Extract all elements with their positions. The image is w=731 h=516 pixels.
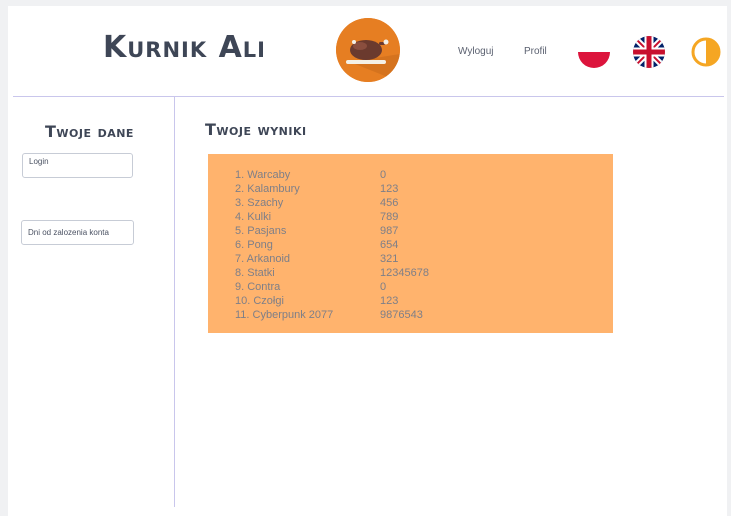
account-age-field[interactable]: Dni od zalozenia konta bbox=[21, 220, 134, 245]
game-score: 789 bbox=[380, 211, 399, 223]
result-row: 11. Cyberpunk 2077 9876543 bbox=[235, 308, 423, 322]
game-name: 5. Pasjans bbox=[235, 225, 287, 237]
game-score: 321 bbox=[380, 253, 399, 265]
result-row: 1. Warcaby 0 bbox=[235, 168, 386, 182]
result-row: 9. Contra 0 bbox=[235, 280, 386, 294]
result-row: 8. Statki 12345678 bbox=[235, 266, 429, 280]
game-score: 123 bbox=[380, 295, 399, 307]
game-score: 123 bbox=[380, 183, 399, 195]
result-row: 5. Pasjans 987 bbox=[235, 224, 398, 238]
game-name: 4. Kulki bbox=[235, 211, 272, 223]
game-score: 9876543 bbox=[380, 309, 423, 321]
game-score: 987 bbox=[380, 225, 399, 237]
result-row: 6. Pong 654 bbox=[235, 238, 398, 252]
game-name: 2. Kalambury bbox=[235, 183, 300, 195]
game-name: 9. Contra bbox=[235, 281, 281, 293]
result-row: 10. Czołgi 123 bbox=[235, 294, 398, 308]
game-name: 8. Statki bbox=[235, 267, 275, 279]
game-score: 0 bbox=[380, 169, 387, 181]
game-name: 11. Cyberpunk 2077 bbox=[235, 309, 334, 321]
results-box: 1. Warcaby 0 2. Kalambury 123 3. Szachy 456… bbox=[208, 154, 613, 333]
header-divider bbox=[13, 96, 724, 97]
game-name: 6. Pong bbox=[235, 239, 273, 251]
roast-chicken-logo[interactable] bbox=[336, 18, 400, 82]
profile-link[interactable]: Profil bbox=[524, 46, 547, 57]
theme-toggle-icon[interactable] bbox=[691, 37, 721, 67]
game-name: 1. Warcaby bbox=[235, 169, 291, 181]
game-score: 654 bbox=[380, 239, 399, 251]
poland-flag-icon[interactable] bbox=[578, 36, 610, 68]
login-field[interactable]: Login bbox=[22, 153, 133, 178]
page: Kurnik Ali Wyloguj Profil Twoje dane Log… bbox=[8, 6, 727, 516]
sidebar-title: Twoje dane bbox=[45, 122, 134, 141]
game-score: 456 bbox=[380, 197, 399, 209]
logout-link[interactable]: Wyloguj bbox=[458, 46, 493, 57]
result-row: 3. Szachy 456 bbox=[235, 196, 398, 210]
game-score: 12345678 bbox=[380, 267, 429, 279]
game-name: 3. Szachy bbox=[235, 197, 284, 209]
result-row: 2. Kalambury 123 bbox=[235, 182, 398, 196]
game-name: 7. Arkanoid bbox=[235, 253, 291, 265]
result-row: 7. Arkanoid 321 bbox=[235, 252, 398, 266]
result-row: 4. Kulki 789 bbox=[235, 210, 398, 224]
game-score: 0 bbox=[380, 281, 387, 293]
header: Kurnik Ali Wyloguj Profil bbox=[8, 6, 727, 96]
uk-flag-icon[interactable] bbox=[633, 36, 665, 68]
brand-title: Kurnik Ali bbox=[103, 30, 266, 65]
game-name: 10. Czołgi bbox=[235, 295, 284, 307]
results-title: Twoje wyniki bbox=[205, 120, 307, 139]
sidebar-divider bbox=[174, 97, 175, 507]
